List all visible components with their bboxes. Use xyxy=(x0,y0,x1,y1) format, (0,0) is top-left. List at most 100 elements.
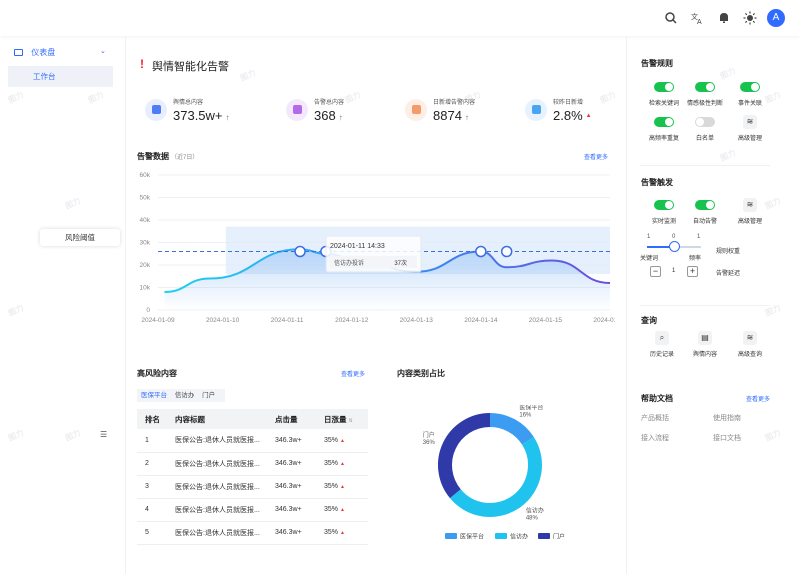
tab-portal[interactable]: 门户 xyxy=(202,392,215,399)
y-tick-label: 10k xyxy=(140,285,151,292)
toggle-switch[interactable] xyxy=(740,82,760,92)
y-tick-label: 40k xyxy=(140,217,151,224)
stepper-label: 告警延迟 xyxy=(716,271,741,277)
help-link-guide[interactable]: 使用指南 xyxy=(713,413,741,423)
theme-icon[interactable] xyxy=(743,11,757,25)
row-rank: 1 xyxy=(137,429,167,453)
help-link-api-docs[interactable]: 接口文档 xyxy=(713,433,741,443)
alarm-marker xyxy=(500,245,513,258)
toggle-switch[interactable] xyxy=(695,82,715,92)
watermark: 图力 xyxy=(63,196,83,211)
option-label: 高级管理 xyxy=(737,219,762,225)
trend-up-icon: ▲ xyxy=(340,461,345,467)
row-title[interactable]: 医保公告:退休人员就医报... xyxy=(167,475,267,499)
y-tick-label: 0 xyxy=(146,307,150,314)
trend-up-icon: ▲ xyxy=(340,507,345,513)
trend-up-icon: ↑ xyxy=(464,113,469,122)
row-title[interactable]: 医保公告:退休人员就医报... xyxy=(167,498,267,522)
watermark: 图力 xyxy=(6,90,26,105)
slider-left-label: 关键词 xyxy=(640,256,659,262)
option-label: 高级管理 xyxy=(737,136,762,142)
layers-icon[interactable]: ≋ xyxy=(743,331,757,345)
toggle-switch[interactable] xyxy=(654,117,674,127)
trend-up-icon: ↑ xyxy=(338,113,343,122)
risk-table-title: 高风险内容 xyxy=(137,369,177,378)
watermark: 图力 xyxy=(343,90,363,105)
x-tick-label: 2024-01-15 xyxy=(529,317,563,324)
alarm-chart-subtitle: （近7日） xyxy=(171,155,199,161)
x-tick-label: 2024-01-12 xyxy=(335,317,369,324)
list-icon[interactable]: ☰ xyxy=(100,430,107,439)
col-clicks: 点击量 xyxy=(267,409,316,429)
dashboard-icon xyxy=(14,49,23,56)
x-tick-label: 2024-01-16 xyxy=(593,317,615,324)
stat-value: 8874 ↑ xyxy=(433,108,469,123)
slice-label: 医保平台 xyxy=(519,405,543,412)
stat-value-text: 2.8% xyxy=(553,108,583,123)
tab-medical[interactable]: 医保平台 xyxy=(141,392,167,399)
tooltip-date: 2024-01-11 14:33 xyxy=(330,243,385,250)
search-icon[interactable] xyxy=(664,11,678,25)
stat-label: 告警总内容 xyxy=(314,100,345,106)
row-rank: 2 xyxy=(137,452,167,476)
stat-value-text: 373.5w+ xyxy=(173,108,223,123)
risk-table-more-link[interactable]: 查看更多 xyxy=(341,369,365,378)
row-clicks: 346.3w+ xyxy=(267,475,316,499)
trend-up-icon: ▲ xyxy=(340,530,345,536)
col-growth[interactable]: 日涨量 ⇅ xyxy=(316,409,368,429)
sidebar-group-label: 仪表盘 xyxy=(31,48,56,57)
tab-petition[interactable]: 信访办 xyxy=(175,392,195,399)
legend-label: 门户 xyxy=(553,533,565,541)
risk-threshold-button[interactable]: 风险阈值 xyxy=(40,229,120,246)
row-title[interactable]: 医保公告:退休人员就医报... xyxy=(167,452,267,476)
legend-label: 信访办 xyxy=(510,533,528,541)
option-label: 高级查询 xyxy=(737,352,762,358)
col-rank: 排名 xyxy=(137,409,167,429)
stepper-minus-button[interactable]: − xyxy=(650,266,661,277)
alarm-chart-title: 告警数据 （近7日） xyxy=(137,151,198,162)
watermark: 图力 xyxy=(63,428,83,443)
layers-icon[interactable]: ≋ xyxy=(743,115,757,129)
bell-icon[interactable] xyxy=(717,11,731,25)
watermark: 图力 xyxy=(718,148,738,163)
slice-value-label: 16% xyxy=(519,413,532,419)
stepper-plus-button[interactable]: + xyxy=(687,266,698,277)
stepper-value[interactable]: 1 xyxy=(672,268,675,274)
row-clicks: 346.3w+ xyxy=(267,429,316,453)
toggle-switch[interactable] xyxy=(654,200,674,210)
help-link-overview[interactable]: 产品概括 xyxy=(641,413,669,423)
avatar[interactable]: A xyxy=(767,9,785,27)
layers-icon[interactable]: ≋ xyxy=(743,198,757,212)
table-row[interactable]: 2 医保公告:退休人员就医报... 346.3w+ 35% ▲ xyxy=(137,452,368,476)
alarm-chart-more-link[interactable]: 查看更多 xyxy=(584,152,608,161)
help-link-onboarding[interactable]: 接入流程 xyxy=(641,433,669,443)
row-title[interactable]: 医保公告:退休人员就医报... xyxy=(167,429,267,453)
row-growth: 35% ▲ xyxy=(316,475,368,499)
search-icon[interactable]: ⌕ xyxy=(655,331,669,345)
table-row[interactable]: 3 医保公告:退休人员就医报... 346.3w+ 35% ▲ xyxy=(137,475,368,499)
sidebar-group-dashboard[interactable]: 仪表盘 ⌄ xyxy=(14,47,114,59)
stat-label: 较昨日新增 xyxy=(553,100,584,106)
rules-divider xyxy=(640,165,770,166)
donut-slice xyxy=(449,437,542,517)
table-row[interactable]: 1 医保公告:退休人员就医报... 346.3w+ 35% ▲ xyxy=(137,429,368,453)
table-row[interactable]: 4 医保公告:退休人员就医报... 346.3w+ 35% ▲ xyxy=(137,498,368,522)
sort-icon[interactable]: ⇅ xyxy=(349,418,353,424)
row-growth-value: 35% xyxy=(324,506,339,513)
weight-slider-handle[interactable] xyxy=(669,241,680,252)
row-growth-value: 35% xyxy=(324,460,339,467)
trend-up-icon: ▲ xyxy=(340,437,345,444)
document-icon[interactable]: ▤ xyxy=(698,331,712,345)
row-title[interactable]: 医保公告:退休人员就医报... xyxy=(167,521,267,545)
tooltip-value: 37次 xyxy=(394,259,407,267)
slider-mid: 0 xyxy=(672,234,676,240)
translate-icon[interactable]: 文A xyxy=(690,11,704,26)
toggle-switch[interactable] xyxy=(695,117,715,127)
legend-swatch xyxy=(445,533,457,539)
table-row[interactable]: 5 医保公告:退休人员就医报... 346.3w+ 35% ▲ xyxy=(137,521,368,545)
row-growth: 35% ▲ xyxy=(316,429,368,453)
toggle-switch[interactable] xyxy=(654,82,674,92)
toggle-switch[interactable] xyxy=(695,200,715,210)
help-more-link[interactable]: 查看更多 xyxy=(746,394,770,403)
sidebar-item-workbench[interactable]: 工作台 xyxy=(8,66,113,87)
